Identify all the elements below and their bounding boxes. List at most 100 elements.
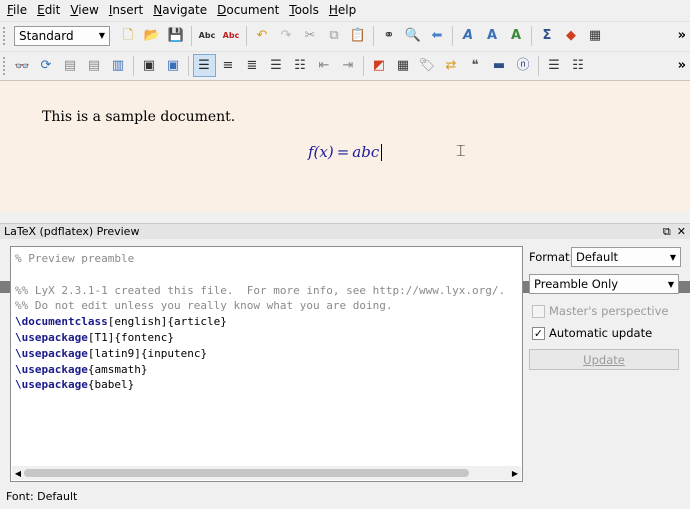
format-label: Format: bbox=[529, 250, 574, 264]
decrease-depth-icon[interactable]: ⇤ bbox=[313, 54, 336, 77]
itemize-list-icon[interactable]: ≡ bbox=[217, 54, 240, 77]
toc-icon[interactable]: ☰ bbox=[543, 54, 566, 77]
update-master-icon[interactable]: ▤ bbox=[83, 54, 106, 77]
increase-depth-icon[interactable]: ⇥ bbox=[337, 54, 360, 77]
find-replace-icon[interactable]: ⚭ bbox=[378, 24, 401, 47]
compile-icon[interactable]: ▥ bbox=[107, 54, 130, 77]
menu-label-rest: ools bbox=[294, 3, 319, 17]
masters-perspective-row: Master's perspective bbox=[529, 300, 681, 322]
text-style-icon[interactable]: A bbox=[457, 24, 480, 47]
menu-accelerator: D bbox=[217, 3, 227, 17]
description-list-icon[interactable]: ☰ bbox=[265, 54, 288, 77]
insert-graphics-icon[interactable]: ◆ bbox=[560, 24, 583, 47]
continuous-spellcheck-icon[interactable]: Abc bbox=[220, 24, 243, 47]
toolbar-overflow-icon[interactable]: » bbox=[678, 28, 686, 43]
menu-accelerator: H bbox=[328, 3, 338, 17]
update-view-icon[interactable]: ⟳ bbox=[35, 54, 58, 77]
menu-help[interactable]: Help bbox=[324, 0, 361, 20]
undo-icon[interactable]: ↶ bbox=[251, 24, 274, 47]
toolbar-grip[interactable] bbox=[3, 56, 7, 75]
update-button[interactable]: Update bbox=[529, 349, 679, 370]
redo-icon[interactable]: ↷ bbox=[275, 24, 298, 47]
menu-label-rest: dit bbox=[44, 3, 61, 17]
view-icon[interactable]: 👓 bbox=[11, 54, 34, 77]
insert-note-icon[interactable]: ⓝ bbox=[512, 54, 535, 77]
insert-index-icon[interactable]: ▬ bbox=[488, 54, 511, 77]
horizontal-scrollbar[interactable]: ◀ ▶ bbox=[12, 466, 521, 480]
menu-insert[interactable]: Insert bbox=[104, 0, 148, 20]
math-formula[interactable]: f(x) = abc bbox=[308, 143, 379, 161]
outline-icon[interactable]: ☷ bbox=[567, 54, 590, 77]
save-icon[interactable]: 💾 bbox=[165, 24, 188, 47]
source-argument: [T1]{fontenc} bbox=[87, 330, 174, 344]
scroll-left-icon[interactable]: ◀ bbox=[12, 469, 24, 478]
dock-buttons: ⧉ ✕ bbox=[657, 224, 686, 239]
paste-icon[interactable]: 📋 bbox=[347, 24, 370, 47]
source-command: \usepackage bbox=[15, 330, 88, 344]
close-icon[interactable]: ✕ bbox=[677, 225, 686, 238]
preview-dock-title: LaTeX (pdflatex) Preview bbox=[4, 225, 140, 238]
document-paragraph[interactable]: This is a sample document. bbox=[42, 109, 235, 125]
insert-figure-float-icon[interactable]: ◩ bbox=[368, 54, 391, 77]
back-arrow-icon[interactable]: ⬅ bbox=[426, 24, 449, 47]
separator bbox=[133, 55, 134, 76]
masters-perspective-checkbox[interactable] bbox=[532, 304, 545, 318]
insert-table-icon[interactable]: ▦ bbox=[584, 24, 607, 47]
menu-view[interactable]: View bbox=[65, 0, 103, 20]
change-case-icon[interactable]: A bbox=[505, 24, 528, 47]
source-comment: % Preview preamble bbox=[15, 252, 135, 265]
scrollbar-thumb[interactable] bbox=[24, 469, 469, 477]
menu-label-rest: ile bbox=[13, 3, 28, 17]
insert-table-float-icon[interactable]: ▦ bbox=[392, 54, 415, 77]
menu-document[interactable]: Document bbox=[212, 0, 284, 20]
layout-combo[interactable]: Standard ▼ bbox=[14, 25, 110, 46]
open-folder-icon[interactable]: 📂 bbox=[141, 24, 164, 47]
update-other-icon[interactable]: ▣ bbox=[162, 54, 185, 77]
insert-cross-reference-icon[interactable]: ⇄ bbox=[440, 54, 463, 77]
toolbar-grip[interactable] bbox=[3, 26, 7, 45]
separator bbox=[452, 25, 453, 46]
source-line: \usepackage[latin9]{inputenc} bbox=[15, 346, 518, 362]
scrollbar-track[interactable] bbox=[24, 469, 509, 477]
enumerate-list-icon[interactable]: ≣ bbox=[241, 54, 264, 77]
menu-label-rest: nsert bbox=[112, 3, 144, 17]
insert-label-icon[interactable]: 🏷 bbox=[416, 54, 439, 77]
list-depth-icon[interactable]: ☷ bbox=[289, 54, 312, 77]
copy-icon[interactable]: ⧉ bbox=[323, 24, 346, 47]
spellcheck-icon[interactable]: Abc bbox=[196, 24, 219, 47]
view-master-icon[interactable]: ▤ bbox=[59, 54, 82, 77]
automatic-update-checkbox[interactable]: ✓ bbox=[532, 326, 545, 340]
menu-tools[interactable]: Tools bbox=[284, 0, 324, 20]
separator bbox=[538, 55, 539, 76]
source-line: % Preview preamble bbox=[15, 251, 518, 267]
cut-icon[interactable]: ✂ bbox=[299, 24, 322, 47]
layout-standard-icon[interactable]: ☰ bbox=[192, 54, 216, 77]
new-document-icon[interactable]: 🗋 bbox=[117, 24, 140, 47]
source-comment: %% Do not edit unless you really know wh… bbox=[15, 299, 393, 313]
source-argument: [latin9]{inputenc} bbox=[87, 346, 208, 360]
scroll-right-icon[interactable]: ▶ bbox=[509, 469, 521, 478]
preview-options-panel: Format: Default ▼ Preamble Only ▼ Master… bbox=[529, 246, 681, 370]
toolbar-overflow-icon[interactable]: » bbox=[678, 58, 686, 73]
chevron-down-icon: ▼ bbox=[669, 252, 676, 262]
view-other-icon[interactable]: ▣ bbox=[138, 54, 161, 77]
search-icon[interactable]: 🔍 bbox=[402, 24, 425, 47]
layout-combo-value: Standard bbox=[19, 28, 74, 43]
menubar: File Edit View Insert Navigate Document Tools H… bbox=[0, 0, 690, 20]
insert-citation-icon[interactable]: ❝ bbox=[464, 54, 487, 77]
source-command: \usepackage bbox=[15, 378, 88, 392]
menu-label-rest: ocument bbox=[226, 3, 280, 17]
menu-file[interactable]: File bbox=[2, 0, 32, 20]
menu-edit[interactable]: Edit bbox=[32, 0, 65, 20]
latex-source-view[interactable]: % Preview preamble %% LyX 2.3.1-1 created… bbox=[10, 246, 523, 482]
secondary-toolbar: 👓 ⟳ ▤ ▤ ▥ ▣ ▣ ☰ ≡ ≣ ☰ ☷ ⇤ ⇥ ◩ ▦ 🏷 ⇄ ❝ ▬ … bbox=[0, 51, 690, 79]
document-work-area[interactable]: This is a sample document. f(x) = abc ⌶ bbox=[0, 80, 690, 293]
status-bar: Font: Default bbox=[0, 487, 690, 509]
content-select[interactable]: Preamble Only ▼ bbox=[529, 274, 679, 294]
font-settings-icon[interactable]: A bbox=[481, 24, 504, 47]
format-select[interactable]: Default ▼ bbox=[571, 247, 681, 267]
menu-navigate[interactable]: Navigate bbox=[148, 0, 212, 20]
math-sigma-icon[interactable]: Σ bbox=[536, 24, 559, 47]
float-dock-icon[interactable]: ⧉ bbox=[663, 225, 671, 238]
format-select-value: Default bbox=[576, 250, 619, 264]
